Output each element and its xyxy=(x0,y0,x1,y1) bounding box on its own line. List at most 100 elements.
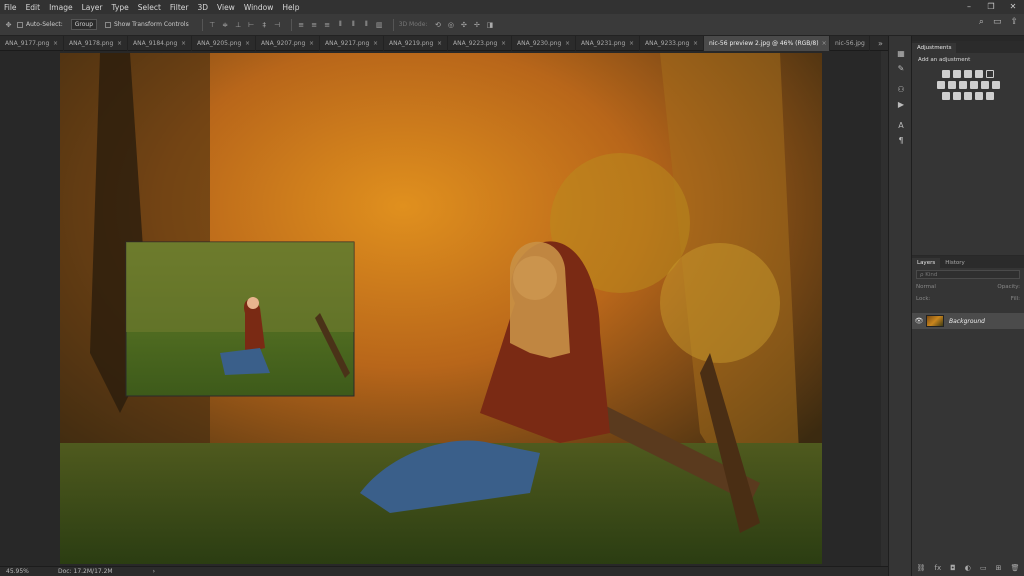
align-vcenter-icon[interactable]: ≑ xyxy=(221,21,230,29)
menu-type[interactable]: Type xyxy=(112,3,129,12)
3d-pan-icon[interactable]: ✣ xyxy=(459,21,468,29)
tab-overflow-icon[interactable]: » xyxy=(878,36,883,51)
close-icon[interactable]: × xyxy=(501,40,506,47)
distribute-bottom-icon[interactable]: ≡ xyxy=(323,21,332,29)
paragraph-icon[interactable]: ¶ xyxy=(889,133,913,148)
invert-icon[interactable] xyxy=(942,92,950,100)
search-icon[interactable]: ⌕ xyxy=(979,17,984,27)
photo-filter-icon[interactable] xyxy=(969,81,978,89)
layer-kind-filter[interactable]: ρ Kind xyxy=(916,270,1020,279)
align-hcenter-icon[interactable]: ‡ xyxy=(260,21,269,29)
new-layer-icon[interactable]: ⊞ xyxy=(996,564,1002,572)
3d-slide-icon[interactable]: ✢ xyxy=(472,21,481,29)
move-tool-icon[interactable]: ✥ xyxy=(4,21,13,29)
3d-roll-icon[interactable]: ◎ xyxy=(446,21,455,29)
fx-icon[interactable]: fx xyxy=(934,564,941,572)
tab-ana-9177[interactable]: ANA_9177.png × xyxy=(0,36,64,51)
curves-icon[interactable] xyxy=(964,70,972,78)
distribute-top-icon[interactable]: ≡ xyxy=(297,21,306,29)
tab-ana-9217[interactable]: ANA_9217.png × xyxy=(320,36,384,51)
close-icon[interactable]: × xyxy=(245,40,250,47)
menu-select[interactable]: Select xyxy=(138,3,161,12)
tab-ana-9184[interactable]: ANA_9184.png × xyxy=(128,36,192,51)
tab-ana-9219[interactable]: ANA_9219.png × xyxy=(384,36,448,51)
selective-color-icon[interactable] xyxy=(986,92,994,100)
visibility-eye-icon[interactable]: 👁 xyxy=(912,317,926,325)
workspace-icon[interactable]: ▭ xyxy=(993,17,1002,27)
tab-ana-9230[interactable]: ANA_9230.png × xyxy=(512,36,576,51)
close-icon[interactable]: × xyxy=(437,40,442,47)
blend-mode-dropdown[interactable]: Normal xyxy=(916,284,997,290)
posterize-icon[interactable] xyxy=(953,92,961,100)
close-icon[interactable]: × xyxy=(373,40,378,47)
exposure-icon[interactable] xyxy=(975,70,983,78)
hue-saturation-icon[interactable] xyxy=(936,81,945,89)
mask-icon[interactable]: ◘ xyxy=(950,564,956,572)
channel-mixer-icon[interactable] xyxy=(980,81,989,89)
vertical-scrollbar[interactable] xyxy=(881,51,888,566)
tab-nic-56-preview[interactable]: nic-56 preview 2.jpg @ 46% (RGB/8) × xyxy=(704,36,830,51)
brush-icon[interactable]: ✎ xyxy=(889,61,913,76)
gradient-map-icon[interactable] xyxy=(975,92,983,100)
tab-ana-9233[interactable]: ANA_9233.png × xyxy=(640,36,704,51)
tab-layers[interactable]: Layers xyxy=(912,258,941,268)
vibrance-icon[interactable] xyxy=(986,70,994,78)
align-bottom-icon[interactable]: ⊥ xyxy=(234,21,243,29)
3d-rotate-icon[interactable]: ⟲ xyxy=(433,21,442,29)
auto-align-icon[interactable]: ▥ xyxy=(375,21,384,29)
distribute-left-icon[interactable]: ⦀ xyxy=(336,20,345,29)
tab-ana-9231[interactable]: ANA_9231.png × xyxy=(576,36,640,51)
close-icon[interactable]: × xyxy=(181,40,186,47)
menu-3d[interactable]: 3D xyxy=(197,3,208,12)
close-button[interactable]: ✕ xyxy=(1002,0,1024,14)
tab-ana-9223[interactable]: ANA_9223.png × xyxy=(448,36,512,51)
close-icon[interactable]: × xyxy=(309,40,314,47)
clone-source-icon[interactable]: ⚇ xyxy=(889,82,913,97)
tab-ana-9207[interactable]: ANA_9207.png × xyxy=(256,36,320,51)
close-icon[interactable]: × xyxy=(822,40,827,47)
auto-select-dropdown[interactable]: Group xyxy=(70,19,98,30)
character-icon[interactable]: A xyxy=(889,118,913,133)
maximize-button[interactable]: ❐ xyxy=(980,0,1002,14)
menu-file[interactable]: File xyxy=(4,3,17,12)
close-icon[interactable]: × xyxy=(565,40,570,47)
menu-filter[interactable]: Filter xyxy=(170,3,189,12)
close-icon[interactable]: × xyxy=(629,40,634,47)
tab-nic-56[interactable]: nic-56.jpg xyxy=(830,36,870,51)
distribute-hcenter-icon[interactable]: ⦀ xyxy=(349,20,358,29)
brightness-icon[interactable] xyxy=(942,70,950,78)
black-white-icon[interactable] xyxy=(958,81,967,89)
distribute-right-icon[interactable]: ⦀ xyxy=(362,20,371,29)
align-top-icon[interactable]: ⊤ xyxy=(208,21,217,29)
close-icon[interactable]: × xyxy=(53,40,58,47)
zoom-level[interactable]: 45.95% xyxy=(6,568,46,575)
levels-icon[interactable] xyxy=(953,70,961,78)
align-right-icon[interactable]: ⊣ xyxy=(273,21,282,29)
adjustment-layer-icon[interactable]: ◐ xyxy=(965,564,971,572)
tab-ana-9178[interactable]: ANA_9178.png × xyxy=(64,36,128,51)
distribute-vcenter-icon[interactable]: ≡ xyxy=(310,21,319,29)
histogram-icon[interactable]: ▦ xyxy=(889,46,913,61)
menu-view[interactable]: View xyxy=(217,3,235,12)
show-transform-checkbox[interactable] xyxy=(105,21,112,28)
align-left-icon[interactable]: ⊢ xyxy=(247,21,256,29)
status-menu-arrow[interactable]: › xyxy=(153,568,155,575)
minimize-button[interactable]: – xyxy=(958,0,980,14)
menu-window[interactable]: Window xyxy=(244,3,274,12)
threshold-icon[interactable] xyxy=(964,92,972,100)
auto-select-checkbox[interactable] xyxy=(17,21,23,28)
group-icon[interactable]: ▭ xyxy=(980,564,987,572)
delete-icon[interactable]: 🗑 xyxy=(1011,564,1020,572)
close-icon[interactable]: × xyxy=(117,40,122,47)
menu-help[interactable]: Help xyxy=(282,3,299,12)
layer-background[interactable]: 👁 Background xyxy=(912,313,1024,329)
menu-layer[interactable]: Layer xyxy=(82,3,103,12)
share-icon[interactable]: ⇪ xyxy=(1010,17,1018,27)
close-icon[interactable]: × xyxy=(693,40,698,47)
tab-adjustments[interactable]: Adjustments xyxy=(912,43,957,53)
image-canvas[interactable] xyxy=(60,53,822,564)
menu-image[interactable]: Image xyxy=(49,3,73,12)
3d-scale-icon[interactable]: ◨ xyxy=(485,21,494,29)
color-lookup-icon[interactable] xyxy=(991,81,1000,89)
link-icon[interactable]: ⛓ xyxy=(917,564,926,572)
